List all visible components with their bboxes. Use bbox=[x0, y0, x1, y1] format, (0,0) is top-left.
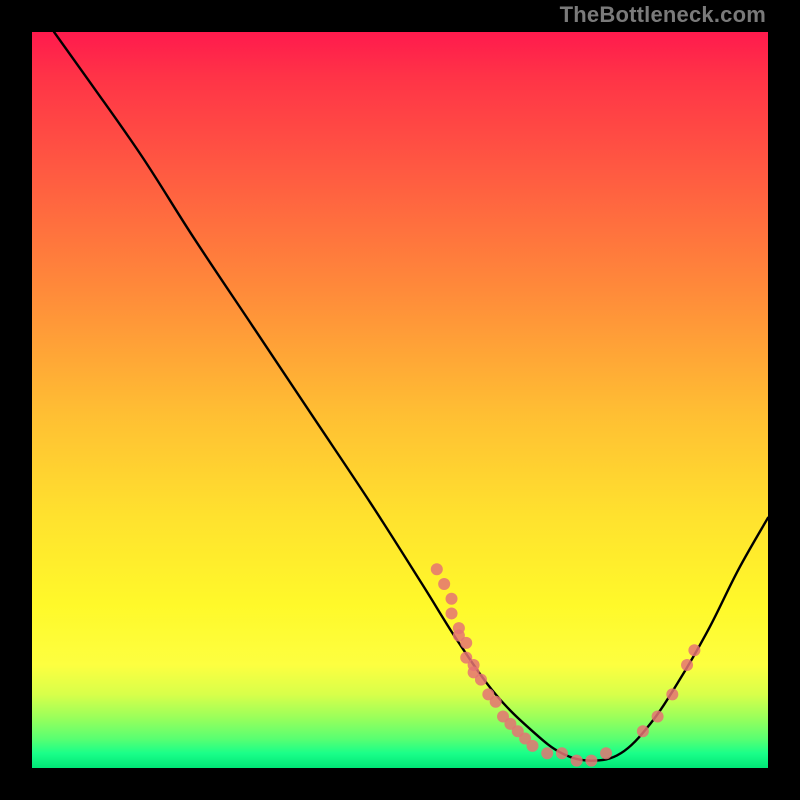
chart-background-gradient bbox=[32, 32, 768, 768]
chart-frame-bottom bbox=[0, 768, 800, 800]
chart-plot-area bbox=[32, 32, 768, 768]
watermark-text: TheBottleneck.com bbox=[560, 2, 766, 28]
chart-frame-left bbox=[0, 0, 32, 800]
chart-frame-right bbox=[768, 0, 800, 800]
